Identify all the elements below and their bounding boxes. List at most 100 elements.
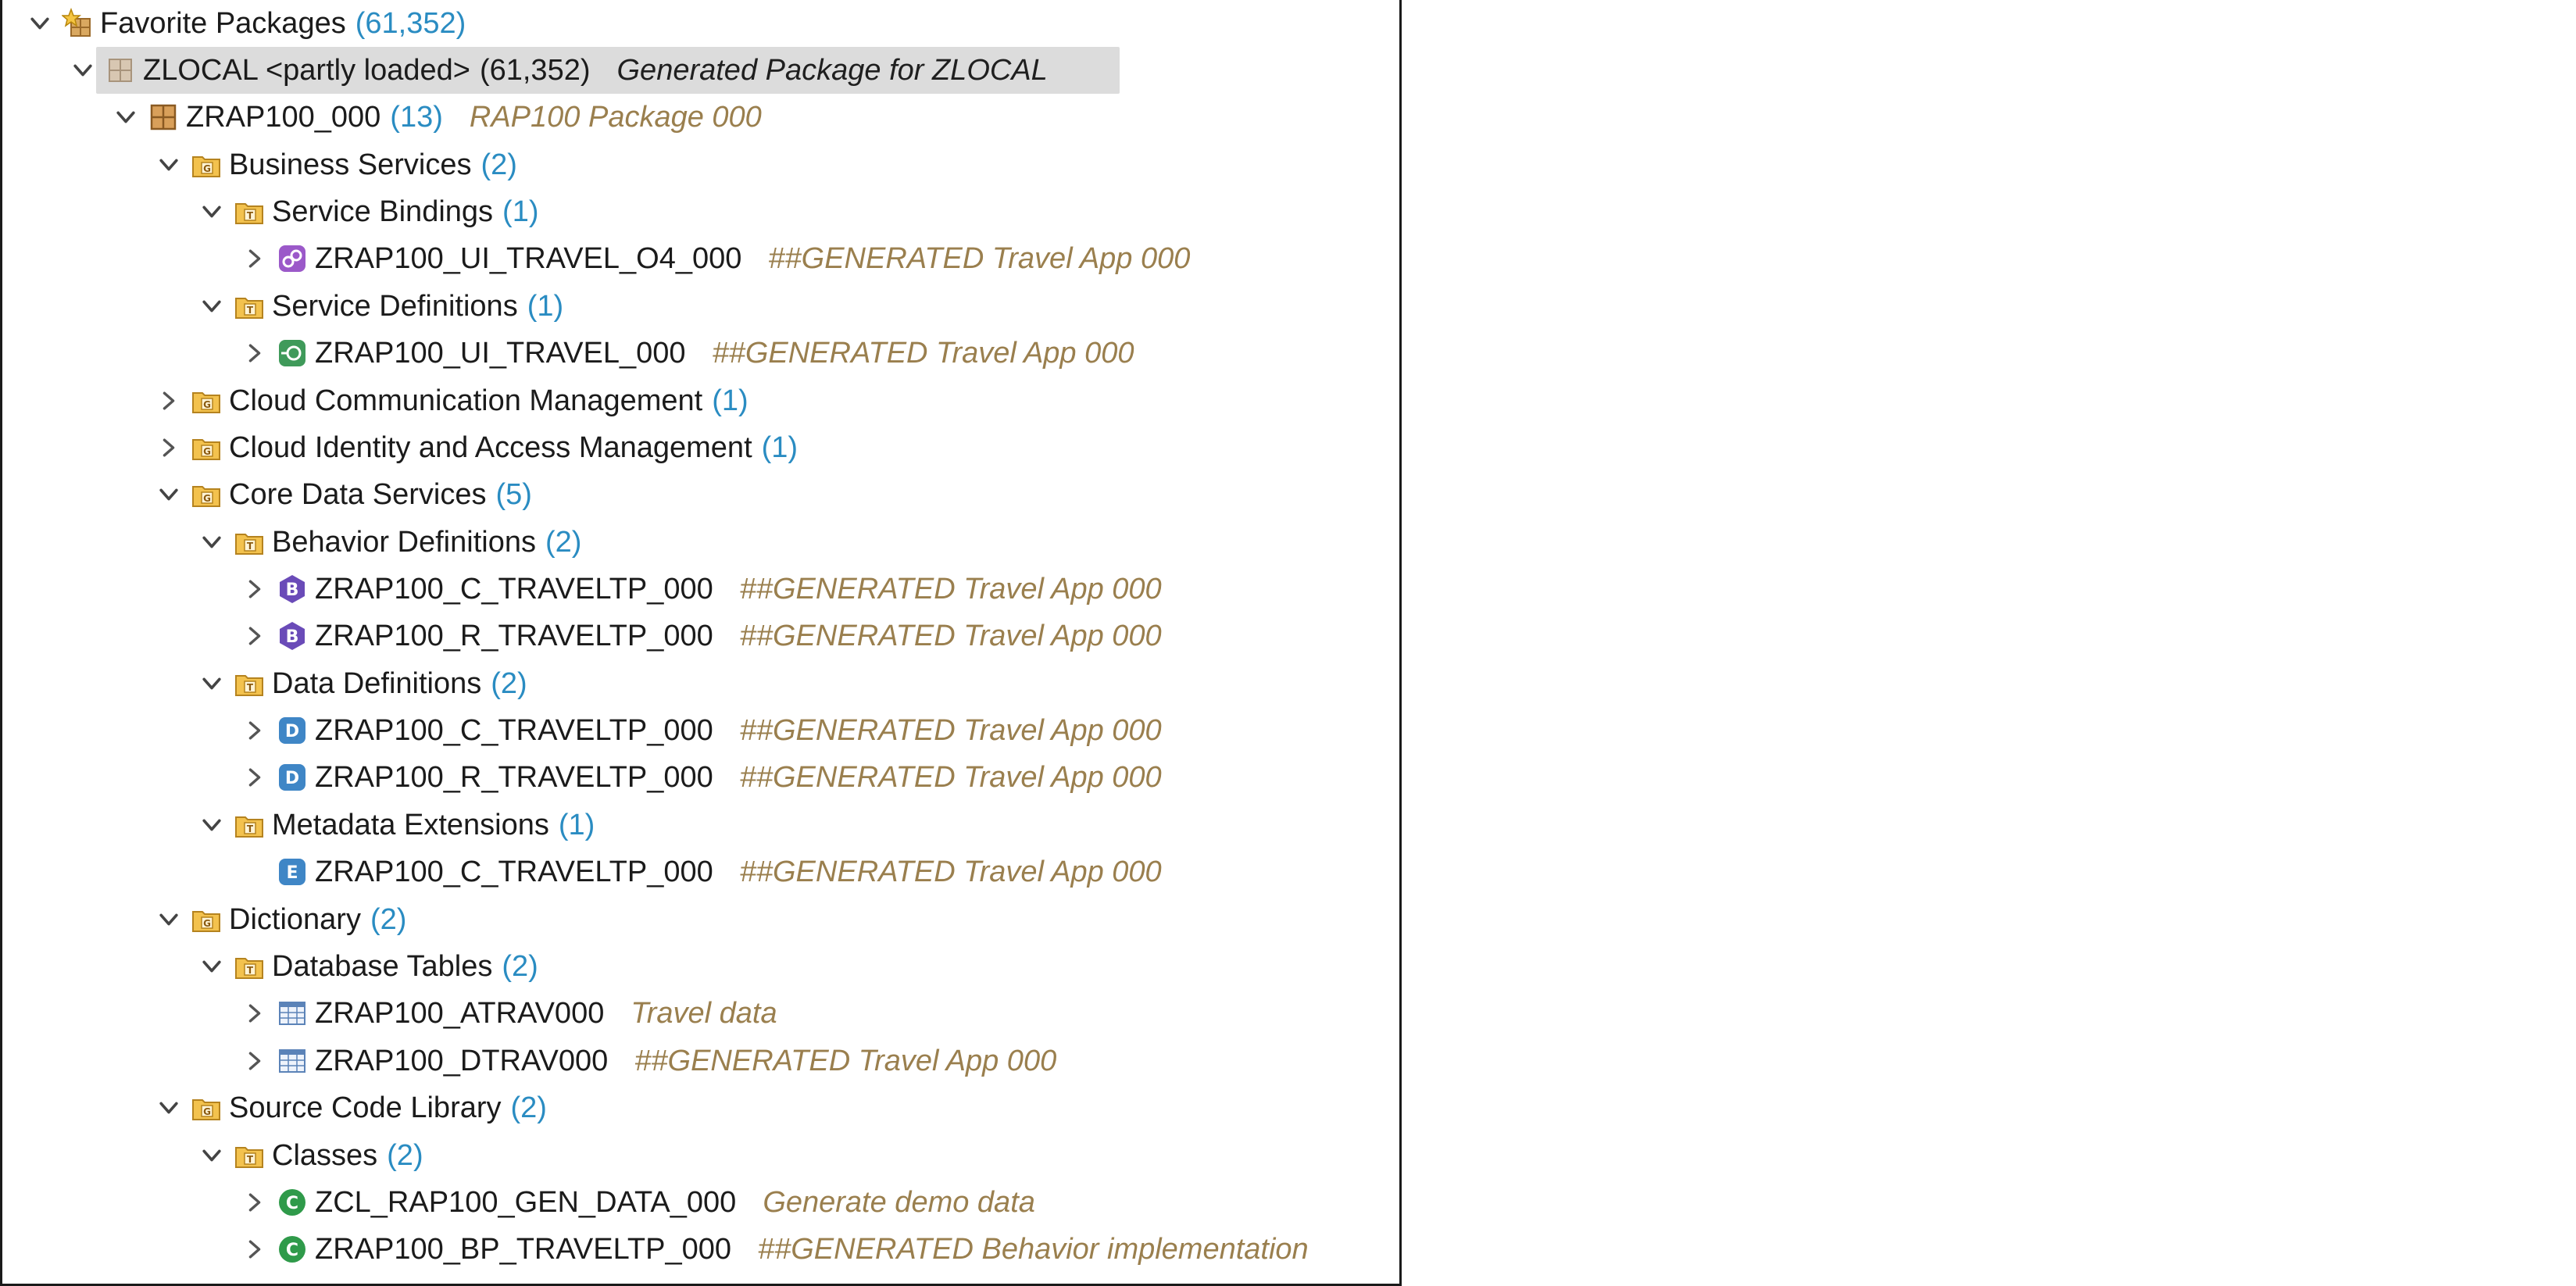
chevron-down-icon[interactable] <box>195 950 228 983</box>
tree-node[interactable]: B ZRAP100_R_TRAVELTP_000 ##GENERATED Trave… <box>238 614 1399 658</box>
svg-text:D: D <box>285 769 299 788</box>
node-name: ZRAP100_ATRAV000 <box>315 996 605 1030</box>
type-folder-icon: T <box>233 1139 266 1172</box>
database-table-icon <box>276 1045 309 1077</box>
tree-node[interactable]: ZRAP100_ATRAV000 Travel data <box>238 991 1399 1035</box>
chevron-right-icon[interactable] <box>238 573 271 605</box>
chevron-down-icon[interactable] <box>152 903 185 936</box>
svg-text:B: B <box>286 627 299 647</box>
tree-node[interactable]: T Service Definitions (1) <box>195 284 1399 328</box>
chevron-down-icon[interactable] <box>195 526 228 559</box>
node-count: (13) <box>390 100 443 134</box>
chevron-right-icon[interactable] <box>238 242 271 275</box>
tree-node[interactable]: T Database Tables (2) <box>195 945 1399 988</box>
svg-text:T: T <box>247 305 254 316</box>
package-icon <box>147 101 180 134</box>
tree-node[interactable]: G Core Data Services (5) <box>152 473 1399 516</box>
chevron-right-icon[interactable] <box>238 620 271 652</box>
tree-node[interactable]: T Service Bindings (1) <box>195 190 1399 234</box>
tree-node[interactable]: T Metadata Extensions (1) <box>195 803 1399 847</box>
tree-node[interactable]: D ZRAP100_C_TRAVELTP_000 ##GENERATED Trave… <box>238 709 1399 752</box>
node-description: ##GENERATED Travel App 000 <box>739 760 1162 794</box>
tree-node[interactable]: T Behavior Definitions (2) <box>195 520 1399 564</box>
tree-node[interactable]: ZRAP100_UI_TRAVEL_000 ##GENERATED Travel … <box>238 331 1399 375</box>
project-explorer-tree[interactable]: Favorite Packages (61,352) ZLOCAL <partly … <box>0 0 1402 1286</box>
tree-node[interactable]: G Dictionary (2) <box>152 898 1399 941</box>
tree-node[interactable]: G Cloud Communication Management (1) <box>152 379 1399 423</box>
tree-node[interactable]: G Cloud Identity and Access Management (1) <box>152 426 1399 470</box>
type-folder-icon: T <box>233 667 266 700</box>
chevron-down-icon[interactable] <box>66 54 99 87</box>
node-count: (2) <box>387 1138 423 1172</box>
node-count: (2) <box>491 666 527 700</box>
node-description: Generate demo data <box>763 1185 1035 1219</box>
svg-text:G: G <box>203 163 211 174</box>
svg-text:T: T <box>247 823 254 834</box>
node-name: ZRAP100_C_TRAVELTP_000 <box>315 713 713 747</box>
node-name: Business Services <box>229 148 472 181</box>
node-name: Behavior Definitions <box>272 525 536 559</box>
chevron-right-icon[interactable] <box>238 1045 271 1077</box>
chevron-down-icon[interactable] <box>152 148 185 181</box>
svg-text:T: T <box>247 541 254 552</box>
tree-node[interactable]: ZRAP100_UI_TRAVEL_O4_000 ##GENERATED Trav… <box>238 237 1399 280</box>
node-name: Favorite Packages <box>100 6 346 40</box>
class-icon: C <box>276 1233 309 1266</box>
favorite-packages-icon <box>61 7 94 40</box>
tree-node[interactable]: C ZRAP100_BP_TRAVELTP_000 ##GENERATED Beha… <box>238 1227 1399 1271</box>
tree-node[interactable]: T Data Definitions (2) <box>195 662 1399 706</box>
node-count: (2) <box>510 1091 547 1124</box>
node-name: Database Tables <box>272 949 493 983</box>
class-icon: C <box>276 1186 309 1219</box>
node-name: Classes <box>272 1138 378 1172</box>
node-description: ##GENERATED Travel App 000 <box>739 713 1162 747</box>
tree-node[interactable]: ZRAP100_DTRAV000 ##GENERATED Travel App 0… <box>238 1039 1399 1083</box>
tree-node[interactable]: G Source Code Library (2) <box>152 1086 1399 1130</box>
group-folder-icon: G <box>190 384 223 417</box>
group-folder-icon: G <box>190 431 223 464</box>
node-description: ##GENERATED Behavior implementation <box>757 1232 1309 1266</box>
chevron-right-icon[interactable] <box>238 337 271 370</box>
chevron-right-icon[interactable] <box>152 431 185 464</box>
type-folder-icon: T <box>233 526 266 559</box>
service-binding-icon <box>276 242 309 275</box>
chevron-down-icon[interactable] <box>195 1139 228 1172</box>
tree-node[interactable]: G Business Services (2) <box>152 143 1399 187</box>
tree-node[interactable]: E ZRAP100_C_TRAVELTP_000 ##GENERATED Trave… <box>238 850 1399 894</box>
node-name: Metadata Extensions <box>272 808 549 841</box>
group-folder-icon: G <box>190 903 223 936</box>
node-description: ##GENERATED Travel App 000 <box>712 336 1134 370</box>
chevron-down-icon[interactable] <box>195 290 228 323</box>
node-name: ZRAP100_000 <box>186 100 381 134</box>
chevron-right-icon[interactable] <box>238 1233 271 1266</box>
tree-node[interactable]: D ZRAP100_R_TRAVELTP_000 ##GENERATED Trave… <box>238 756 1399 799</box>
node-name: Dictionary <box>229 902 361 936</box>
node-name: Core Data Services <box>229 477 487 511</box>
chevron-down-icon[interactable] <box>109 101 142 134</box>
tree-node[interactable]: ZRAP100_000 (13) RAP100 Package 000 <box>109 95 1399 139</box>
chevron-down-icon[interactable] <box>152 478 185 511</box>
chevron-right-icon[interactable] <box>238 1186 271 1219</box>
tree-node[interactable]: T Classes (2) <box>195 1134 1399 1177</box>
tree-node[interactable]: C ZCL_RAP100_GEN_DATA_000 Generate demo da… <box>238 1181 1399 1224</box>
chevron-right-icon[interactable] <box>238 761 271 794</box>
chevron-down-icon[interactable] <box>195 195 228 228</box>
chevron-down-icon[interactable] <box>195 667 228 700</box>
chevron-right-icon[interactable] <box>238 997 271 1030</box>
node-count: (2) <box>481 148 517 181</box>
chevron-down-icon[interactable] <box>152 1091 185 1124</box>
tree-node[interactable]: ZLOCAL <partly loaded> (61,352) Generated … <box>66 48 1399 92</box>
tree-node[interactable]: B ZRAP100_C_TRAVELTP_000 ##GENERATED Trave… <box>238 567 1399 611</box>
group-folder-icon: G <box>190 478 223 511</box>
node-name: ZRAP100_DTRAV000 <box>315 1044 609 1077</box>
tree-node[interactable]: Favorite Packages (61,352) <box>23 2 1399 45</box>
svg-text:C: C <box>286 1194 298 1213</box>
node-count: (61,352) <box>479 53 591 87</box>
svg-text:D: D <box>285 722 299 741</box>
node-name: ZLOCAL <partly loaded> <box>143 53 470 87</box>
chevron-right-icon[interactable] <box>152 384 185 417</box>
node-description: RAP100 Package 000 <box>469 100 762 134</box>
chevron-down-icon[interactable] <box>195 809 228 841</box>
chevron-right-icon[interactable] <box>238 714 271 747</box>
chevron-down-icon[interactable] <box>23 7 56 40</box>
